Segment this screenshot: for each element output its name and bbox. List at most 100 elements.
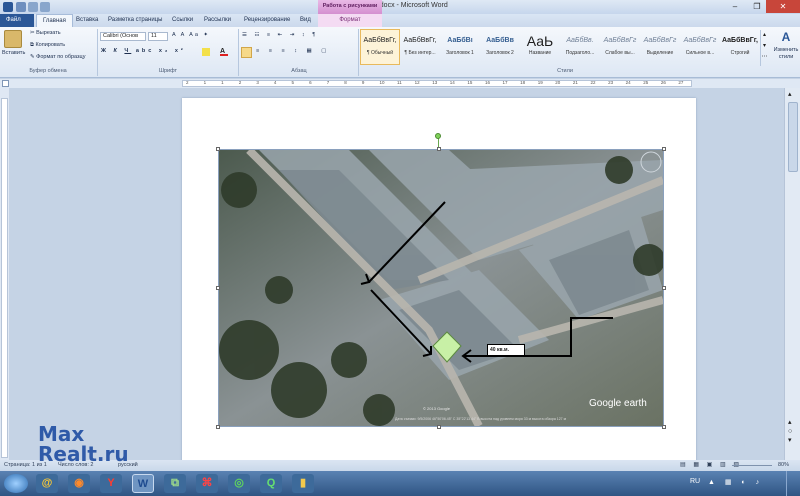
style-card[interactable]: АаБбВв Заголовок 2 bbox=[480, 29, 520, 65]
resize-handle-l[interactable] bbox=[216, 286, 220, 290]
resize-handle-bl[interactable] bbox=[216, 425, 220, 429]
tab-mailings[interactable]: Рассылки bbox=[198, 14, 237, 27]
resize-handle-tr[interactable] bbox=[662, 147, 666, 151]
picture-tools-header: Работа с рисунками bbox=[318, 0, 382, 14]
page-nav-icons[interactable]: ▴ ○ ▾ bbox=[788, 418, 792, 445]
tab-review[interactable]: Рецензирование bbox=[238, 14, 296, 27]
ruler-tick-label: 7 bbox=[326, 80, 330, 85]
format-painter-button[interactable]: ✎ Формат по образцу bbox=[30, 54, 85, 60]
taskbar: @ ◉ Y W ⧉ ⌘ ◎ Q ▮ RU ▲ ▦ ◐ ♪ bbox=[0, 471, 800, 496]
resize-handle-t[interactable] bbox=[437, 147, 441, 151]
vertical-ruler[interactable] bbox=[0, 88, 9, 460]
tab-home[interactable]: Главная bbox=[36, 14, 73, 27]
ruler-tick-label: 2 bbox=[238, 80, 242, 85]
vertical-scrollbar[interactable]: ▴ ▴ ○ ▾ bbox=[784, 88, 800, 460]
winrar-icon[interactable]: ⧉ bbox=[164, 474, 186, 493]
separator bbox=[358, 29, 359, 76]
tab-references[interactable]: Ссылки bbox=[166, 14, 199, 27]
separator bbox=[238, 29, 239, 76]
show-desktop-button[interactable] bbox=[786, 471, 800, 496]
scroll-thumb[interactable] bbox=[788, 102, 798, 172]
ribbon-tabs: Файл Главная Вставка Разметка страницы С… bbox=[0, 14, 800, 27]
style-name: Заголовок 2 bbox=[486, 50, 514, 56]
style-preview: АаБбВı bbox=[447, 37, 473, 44]
style-preview: АаБбВвГг bbox=[643, 37, 677, 44]
scroll-up-icon[interactable]: ▴ bbox=[788, 90, 792, 98]
copy-button[interactable]: ⧉ Копировать bbox=[30, 42, 65, 49]
ruler-tick-label: 24 bbox=[625, 80, 631, 85]
style-name: Заголовок 1 bbox=[446, 50, 474, 56]
horizontal-ruler[interactable]: 2 1 1 2 3 4 5 6 7 8 9 10 11 12 13 14 15 16 17 18 19 20 21 22 23 2… bbox=[0, 79, 800, 88]
style-card[interactable]: АаБбВвГг, ¶ Без интер... bbox=[400, 29, 440, 65]
style-card[interactable]: АаБбВвГг Сильное в... bbox=[680, 29, 720, 65]
mail-agent-icon[interactable]: @ bbox=[36, 474, 58, 493]
styles-scroll[interactable]: ▴ ▾ ⋯ bbox=[760, 30, 768, 66]
style-card[interactable]: АаБбВвГг Выделение bbox=[640, 29, 680, 65]
rotation-handle[interactable] bbox=[435, 133, 441, 139]
yandex-browser-icon[interactable]: Y bbox=[100, 474, 122, 493]
styles-gallery: АаБбВвГг, ¶ Обычный АаБбВвГг, ¶ Без интер..… bbox=[360, 27, 766, 67]
zoom-level[interactable]: 80% bbox=[778, 462, 789, 468]
style-card[interactable]: АаБбВı Заголовок 1 bbox=[440, 29, 480, 65]
style-preview: АаБбВвГг, bbox=[722, 37, 758, 44]
cut-button[interactable]: ✂ Вырезать bbox=[30, 30, 61, 36]
font-format-buttons[interactable]: Ж К Ч abc x₂ x² bbox=[101, 48, 186, 54]
google-earth-logo: Google earth bbox=[589, 398, 647, 409]
chrome-icon[interactable]: ◎ bbox=[228, 474, 250, 493]
document-page[interactable]: 40 кв.м. Google earth © 2013 Google Дата… bbox=[182, 98, 696, 468]
format-painter-label: Формат по образцу bbox=[36, 54, 86, 60]
resize-handle-tl[interactable] bbox=[216, 147, 220, 151]
cut-label: Вырезать bbox=[36, 30, 61, 36]
tab-view[interactable]: Вид bbox=[294, 14, 317, 27]
selected-picture[interactable]: 40 кв.м. Google earth © 2013 Google Дата… bbox=[218, 149, 664, 427]
style-card[interactable]: АаБбВвГг, Строгий bbox=[720, 29, 760, 65]
tab-insert[interactable]: Вставка bbox=[70, 14, 104, 27]
style-name: Строгий bbox=[730, 50, 750, 56]
list-buttons[interactable]: ☰ ☷ ≡ ⇤ ⇥ ↕ ¶ bbox=[242, 32, 318, 38]
ruler-tick-label: 18 bbox=[520, 80, 526, 85]
paste-icon[interactable] bbox=[4, 30, 22, 48]
zoom-slider[interactable] bbox=[732, 465, 772, 466]
style-preview: АаЬ bbox=[526, 33, 554, 49]
font-color-icon[interactable]: A bbox=[220, 48, 228, 56]
style-card[interactable]: АаБбВв. Подзаголо... bbox=[560, 29, 600, 65]
style-card[interactable]: АаЬ Название bbox=[520, 29, 560, 65]
ruler-tick-label: 2 bbox=[186, 80, 189, 85]
font-size-field[interactable]: 11 bbox=[148, 32, 168, 41]
ruler-tick-label: 4 bbox=[273, 80, 277, 85]
copy-label: Копировать bbox=[35, 42, 66, 48]
minimize-button[interactable]: – bbox=[724, 0, 746, 13]
qip-icon[interactable]: Q bbox=[260, 474, 282, 493]
alignment-buttons[interactable]: ≡ ≡ ≡ ↕ ▦ ▢ bbox=[256, 48, 330, 54]
folder-icon[interactable]: ▮ bbox=[292, 474, 314, 493]
resize-handle-br[interactable] bbox=[662, 425, 666, 429]
change-styles-icon[interactable]: A bbox=[778, 30, 794, 44]
resize-handle-r[interactable] bbox=[662, 286, 666, 290]
acrobat-icon[interactable]: ⌘ bbox=[196, 474, 218, 493]
tab-format[interactable]: Формат bbox=[318, 14, 382, 27]
align-left-button[interactable] bbox=[241, 47, 252, 58]
style-card[interactable]: АаБбВвГг Слабое вы... bbox=[600, 29, 640, 65]
paste-button[interactable]: Вставить bbox=[2, 50, 25, 56]
resize-handle-b[interactable] bbox=[437, 425, 441, 429]
style-card[interactable]: АаБбВвГг, ¶ Обычный bbox=[360, 29, 400, 65]
separator bbox=[97, 29, 98, 76]
font-name-field[interactable]: Calibri (Основ bbox=[100, 32, 146, 41]
word-icon[interactable]: W bbox=[132, 474, 154, 493]
area-label-box: 40 кв.м. bbox=[487, 344, 525, 356]
tab-selector[interactable] bbox=[2, 80, 9, 87]
change-styles-button[interactable]: Изменить стили bbox=[772, 47, 800, 61]
highlight-color-icon[interactable] bbox=[202, 48, 210, 56]
watermark-line2: Realt.ru bbox=[38, 442, 129, 466]
close-button[interactable]: ✕ bbox=[766, 0, 800, 13]
style-preview: АаБбВвГг bbox=[603, 37, 637, 44]
maximize-button[interactable]: ❐ bbox=[746, 0, 768, 13]
firefox-icon[interactable]: ◉ bbox=[68, 474, 90, 493]
ruler-tick-label: 9 bbox=[361, 80, 365, 85]
tray-icons[interactable]: ▲ ▦ ◐ ♪ bbox=[708, 478, 763, 486]
tab-file[interactable]: Файл bbox=[0, 14, 34, 27]
start-orb-icon[interactable] bbox=[4, 474, 28, 493]
input-language[interactable]: RU bbox=[690, 478, 700, 485]
tab-page-layout[interactable]: Разметка страницы bbox=[102, 14, 168, 27]
grow-shrink-font-buttons[interactable]: A A Aa ✦ bbox=[172, 32, 210, 38]
